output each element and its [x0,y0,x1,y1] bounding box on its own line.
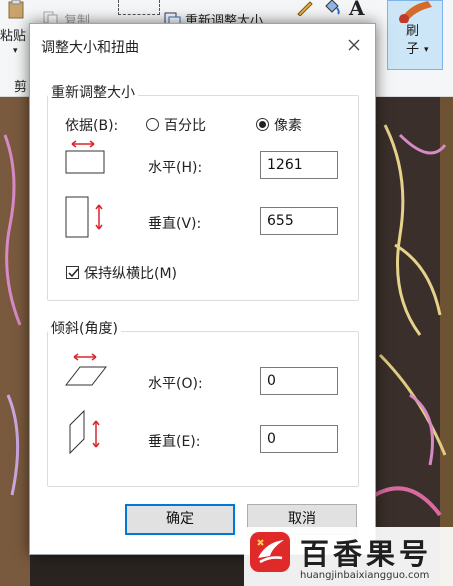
resize-horizontal-label: 水平(H): [148,160,203,176]
keep-aspect-ratio-label[interactable]: 保持纵横比(M) [84,263,177,283]
resize-vertical-input[interactable] [260,207,338,235]
close-icon[interactable] [341,32,367,58]
brushes-button[interactable]: 刷 子 ▾ [387,0,443,70]
pixels-radio-label[interactable]: 像素 [274,115,302,135]
resize-vertical-label: 垂直(V): [148,216,202,232]
skew-vertical-icon [66,409,106,459]
paste-button[interactable]: 粘贴 [0,25,26,44]
ok-button[interactable]: 确定 [125,504,235,535]
resize-horizontal-icon [64,139,108,179]
watermark-url: huangjinbaixiangguo.com [300,570,430,581]
skew-horizontal-label: 水平(O): [148,376,203,392]
brushes-label: 刷 子 [406,24,420,57]
clipboard-group-label: 剪 [14,80,28,95]
percentage-radio-label[interactable]: 百分比 [164,115,206,135]
skew-vertical-label: 垂直(E): [148,434,201,450]
resize-horizontal-input[interactable] [260,151,338,179]
resize-vertical-icon [64,195,108,243]
by-label: 依据(B): [65,118,119,134]
clipboard-icon [6,0,26,20]
paste-dropdown-icon[interactable]: ▾ [13,46,18,56]
dialog-titlebar[interactable]: 调整大小和扭曲 [30,24,375,66]
skew-group-title: 倾斜(角度) [48,318,121,338]
brushes-dropdown-icon: ▾ [424,45,429,55]
skew-vertical-input[interactable] [260,425,338,453]
fill-icon[interactable] [322,0,342,16]
percentage-radio[interactable] [146,118,159,131]
skew-horizontal-input[interactable] [260,367,338,395]
pixels-radio[interactable] [256,118,269,131]
keep-aspect-ratio-checkbox[interactable] [66,266,79,279]
resize-group-title: 重新调整大小 [48,82,138,102]
resize-skew-dialog: 调整大小和扭曲 重新调整大小 依据(B): 百分比 像素 水平(H): 垂直(V… [29,23,376,555]
pencil-icon[interactable] [296,0,314,17]
select-icon[interactable] [118,0,160,15]
watermark: 百香果号 huangjinbaixiangguo.com [244,527,453,586]
skew-horizontal-icon [64,353,110,393]
dialog-title: 调整大小和扭曲 [41,40,139,56]
watermark-title: 百香果号 [300,537,433,571]
text-tool-icon[interactable]: A [349,0,365,20]
watermark-logo-icon [250,532,290,572]
